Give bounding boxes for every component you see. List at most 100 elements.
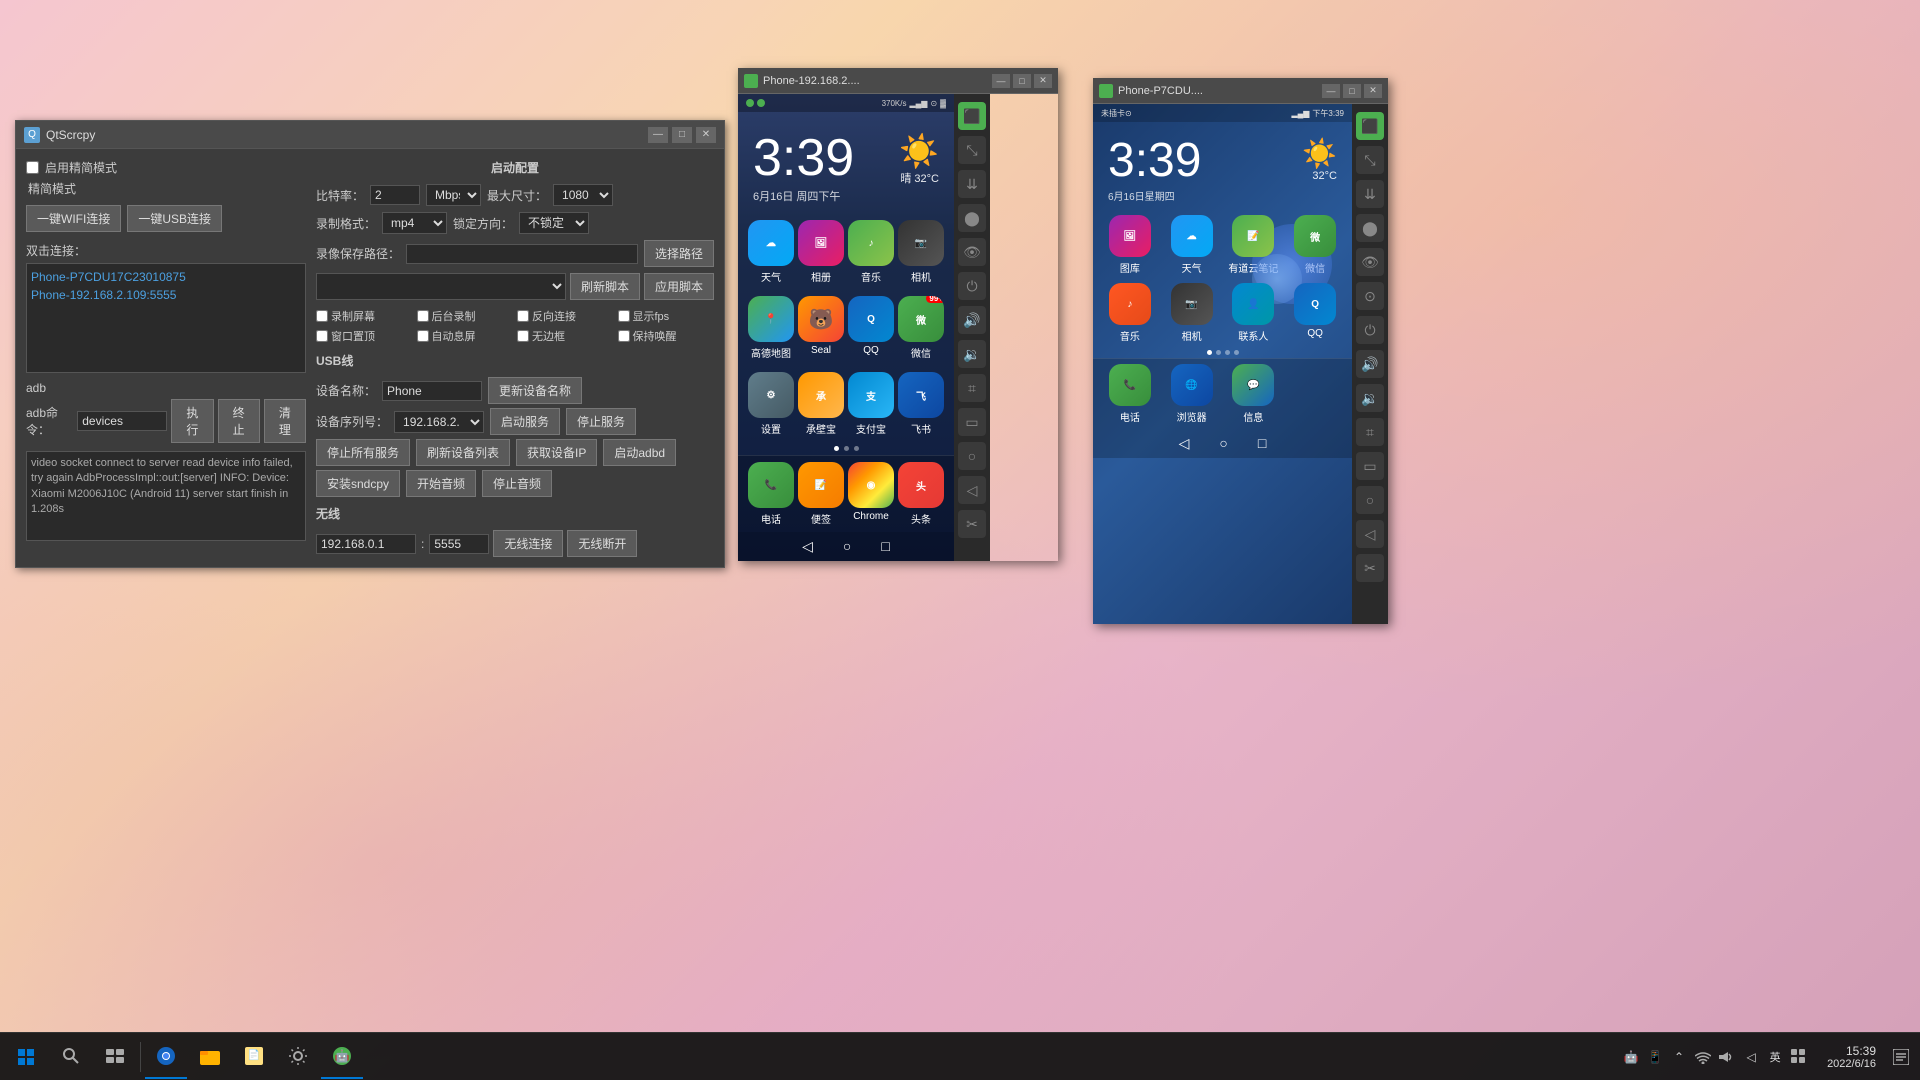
chrome-taskbar-button[interactable] (145, 1035, 187, 1079)
lang-tray-icon[interactable]: 英 (1765, 1047, 1785, 1067)
app-map[interactable]: 📍 高德地图 (748, 296, 794, 360)
choose-path-button[interactable]: 选择路径 (644, 240, 714, 267)
wireless-disconnect-button[interactable]: 无线断开 (567, 530, 637, 557)
left-arrow-tray-icon[interactable]: ◁ (1741, 1047, 1761, 1067)
adb-cmd-input[interactable] (77, 411, 167, 431)
app-weather[interactable]: ☁ 天气 (748, 220, 794, 284)
phone1-sidebar-btn-crop[interactable]: ⌗ (958, 374, 986, 402)
phone2-sidebar-btn-eye[interactable]: 👁 (1356, 248, 1384, 276)
phone2-minimize-button[interactable]: — (1322, 84, 1340, 98)
volume-tray-icon[interactable] (1717, 1047, 1737, 1067)
phone2-app-music[interactable]: ♪ 音乐 (1101, 283, 1159, 343)
refresh-device-list-button[interactable]: 刷新设备列表 (416, 439, 510, 466)
phone2-nav-home[interactable]: ○ (1219, 435, 1227, 452)
install-sndcpy-button[interactable]: 安装sndcpy (316, 470, 400, 497)
phone2-dock-browser[interactable]: 🌐 浏览器 (1163, 364, 1221, 424)
android-taskbar-button[interactable]: 🤖 (321, 1035, 363, 1079)
refresh-script-button[interactable]: 刷新脚本 (570, 273, 640, 300)
record-format-select[interactable]: mp4 (382, 212, 447, 234)
start-button[interactable] (4, 1035, 48, 1079)
file-explorer-button[interactable] (189, 1035, 231, 1079)
clear-button[interactable]: 清理 (264, 399, 306, 443)
simple-mode-checkbox[interactable] (26, 161, 39, 174)
phone1-sidebar-btn-vol-down[interactable]: 🔉 (958, 340, 986, 368)
stop-all-services-button[interactable]: 停止所有服务 (316, 439, 410, 466)
phone2-dock-phone[interactable]: 📞 电话 (1101, 364, 1159, 424)
phone-tray-icon[interactable]: 📱 (1645, 1047, 1665, 1067)
notification-center-button[interactable] (1886, 1035, 1916, 1079)
lock-direction-select[interactable]: 不锁定 (519, 212, 589, 234)
android-tray-icon[interactable]: 🤖 (1621, 1047, 1641, 1067)
chevron-tray-icon[interactable]: ⌃ (1669, 1047, 1689, 1067)
start-service-button[interactable]: 启动服务 (490, 408, 560, 435)
execute-button[interactable]: 执行 (171, 399, 213, 443)
dock-note[interactable]: 📝 便签 (798, 462, 844, 526)
phone2-sidebar-btn-scissors[interactable]: ✂ (1356, 554, 1384, 582)
phone1-sidebar-btn-power[interactable]: ⏻ (958, 272, 986, 300)
phone2-sidebar-btn-crop[interactable]: ⌗ (1356, 418, 1384, 446)
task-view-button[interactable] (94, 1035, 136, 1079)
app-seal[interactable]: 🐻 Seal (798, 296, 844, 360)
dock-chrome[interactable]: ◉ Chrome (848, 462, 894, 526)
device-serial-select[interactable]: 192.168.2. (394, 411, 484, 433)
app-feishu[interactable]: 飞 飞书 (898, 372, 944, 436)
get-device-ip-button[interactable]: 获取设备IP (516, 439, 597, 466)
phone2-sidebar-btn-1[interactable]: ⬛ (1356, 112, 1384, 140)
app-alipay[interactable]: 支 支付宝 (848, 372, 894, 436)
auto-screen-checkbox[interactable] (417, 330, 429, 342)
phone1-sidebar-btn-scroll[interactable]: ⇊ (958, 170, 986, 198)
phone1-sidebar-btn-eye[interactable]: 👁 (958, 238, 986, 266)
phone1-sidebar-btn-home[interactable]: ⬤ (958, 204, 986, 232)
terminate-button[interactable]: 终止 (218, 399, 260, 443)
phone1-maximize-button[interactable]: □ (1013, 74, 1031, 88)
app-camera[interactable]: 📷 相机 (898, 220, 944, 284)
background-record-checkbox[interactable] (417, 310, 429, 322)
network-tray-icon[interactable] (1693, 1047, 1713, 1067)
nav-home[interactable]: ○ (843, 538, 851, 555)
wireless-connect-button[interactable]: 无线连接 (493, 530, 563, 557)
qtscrcpy-close-button[interactable]: ✕ (696, 127, 716, 143)
phone1-sidebar-btn-rect[interactable]: ▭ (958, 408, 986, 436)
phone1-sidebar-btn-fullscreen[interactable]: ⤡ (958, 136, 986, 164)
phone2-sidebar-btn-back[interactable]: ◁ (1356, 520, 1384, 548)
phone2-sidebar-btn-home[interactable]: ⬤ (1356, 214, 1384, 242)
keep-awake-checkbox[interactable] (618, 330, 630, 342)
stop-audio-button[interactable]: 停止音频 (482, 470, 552, 497)
wifi-connect-button[interactable]: 一键WIFI连接 (26, 205, 121, 232)
record-path-input[interactable] (406, 244, 638, 264)
bitrate-input[interactable] (370, 185, 420, 205)
app-qq[interactable]: Q QQ (848, 296, 894, 360)
phone2-sidebar-btn-circle[interactable]: ○ (1356, 486, 1384, 514)
qtscrcpy-maximize-button[interactable]: □ (672, 127, 692, 143)
start-audio-button[interactable]: 开始音频 (406, 470, 476, 497)
window-top-checkbox[interactable] (316, 330, 328, 342)
nav-recents[interactable]: □ (881, 538, 889, 555)
no-border-checkbox[interactable] (517, 330, 529, 342)
start-adbd-button[interactable]: 启动adbd (603, 439, 676, 466)
taskbar-clock[interactable]: 15:39 2022/6/16 (1819, 1044, 1884, 1070)
settings-taskbar-button[interactable] (277, 1035, 319, 1079)
app-chengbao[interactable]: 承 承壁宝 (798, 372, 844, 436)
phone2-sidebar-btn-scroll[interactable]: ⇊ (1356, 180, 1384, 208)
show-fps-checkbox[interactable] (618, 310, 630, 322)
phone1-close-button[interactable]: ✕ (1034, 74, 1052, 88)
phone2-sidebar-btn-rect[interactable]: ▭ (1356, 452, 1384, 480)
dock-phone[interactable]: 📞 电话 (748, 462, 794, 526)
phone2-sidebar-btn-fullscreen[interactable]: ⤡ (1356, 146, 1384, 174)
phone2-nav-recents[interactable]: □ (1258, 435, 1266, 452)
app-gallery[interactable]: 🖼 相册 (798, 220, 844, 284)
phone1-sidebar-btn-circle[interactable]: ○ (958, 442, 986, 470)
phone1-sidebar-btn-back[interactable]: ◁ (958, 476, 986, 504)
phone2-nav-back[interactable]: ◁ (1179, 435, 1190, 452)
qtscrcpy-minimize-button[interactable]: — (648, 127, 668, 143)
phone2-app-camera[interactable]: 📷 相机 (1163, 283, 1221, 343)
grid-tray-icon[interactable] (1789, 1047, 1809, 1067)
phone2-sidebar-btn-wifi[interactable]: ⊙ (1356, 282, 1384, 310)
ip-input[interactable] (316, 534, 416, 554)
script-select[interactable] (316, 273, 566, 300)
update-device-name-button[interactable]: 更新设备名称 (488, 377, 582, 404)
record-screen-checkbox[interactable] (316, 310, 328, 322)
search-taskbar-button[interactable] (50, 1035, 92, 1079)
phone1-sidebar-btn-scissors[interactable]: ✂ (958, 510, 986, 538)
device-item[interactable]: Phone-192.168.2.109:5555 (31, 286, 301, 304)
